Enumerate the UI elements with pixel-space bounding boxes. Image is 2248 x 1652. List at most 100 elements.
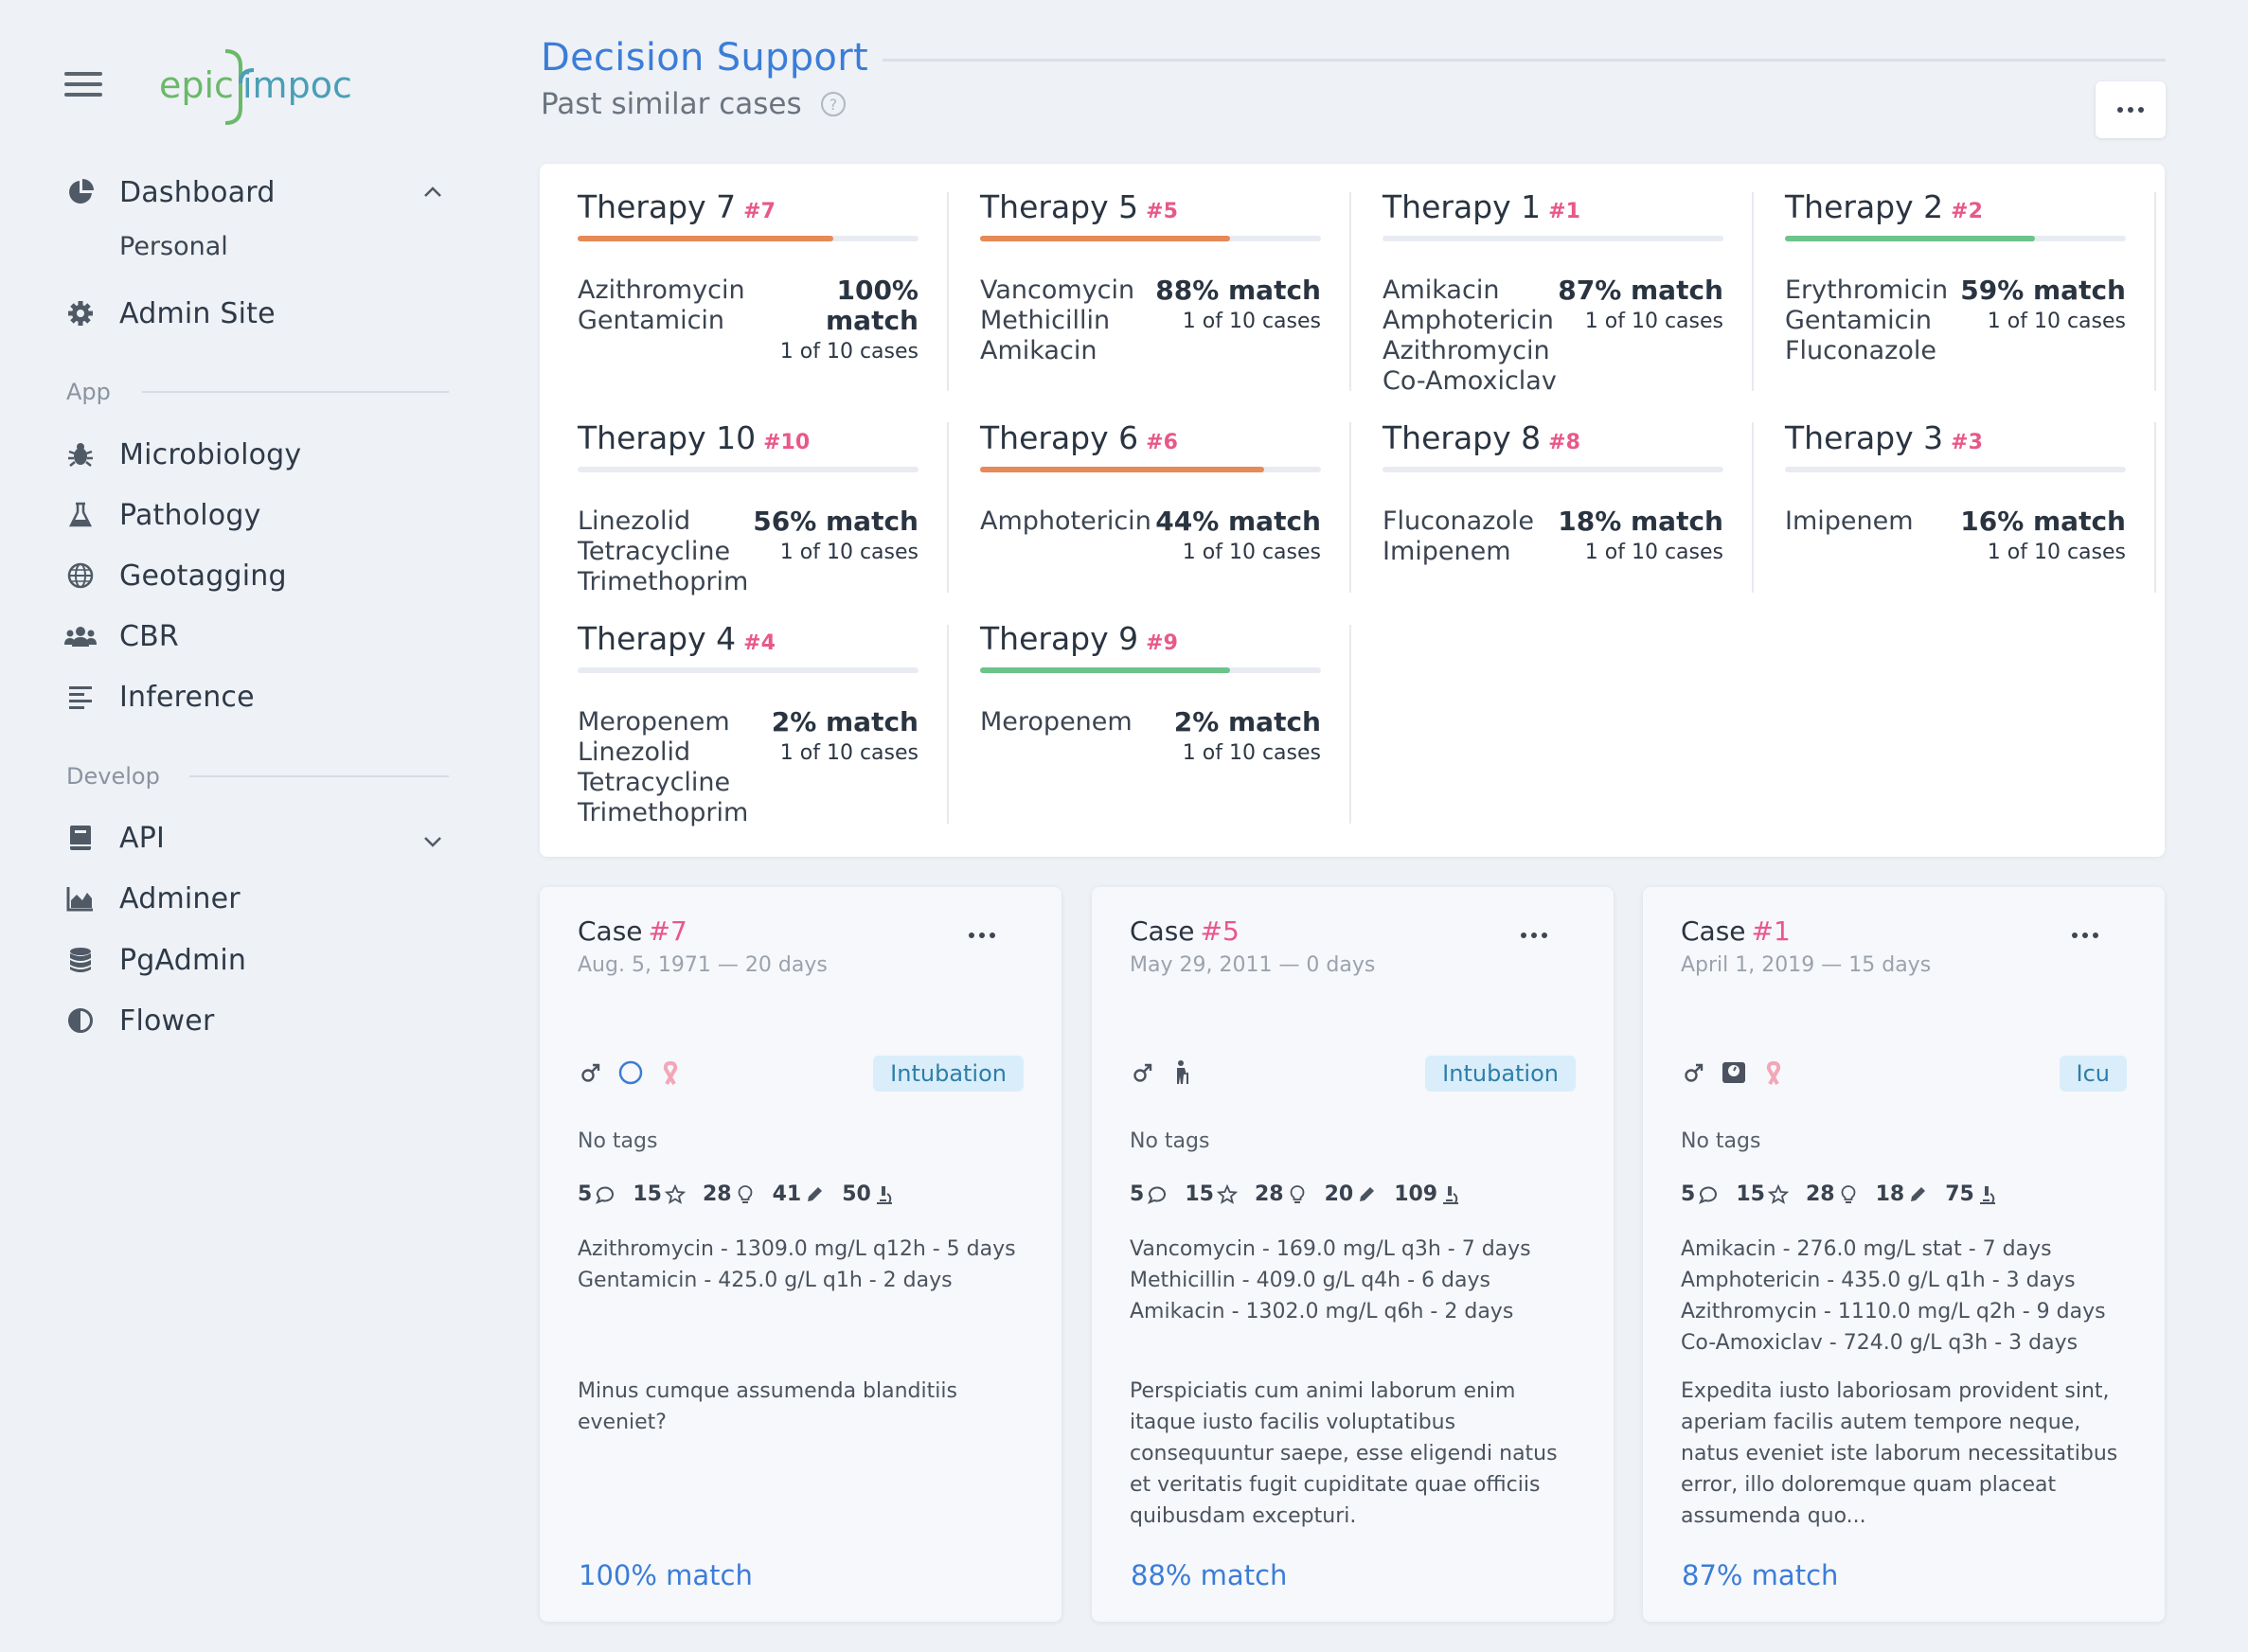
case-stats: 5 15 28 18 75 — [1681, 1182, 1998, 1206]
case-date: Aug. 5, 1971 — 20 days — [578, 953, 828, 977]
page-subtitle: Past similar cases ? — [541, 87, 847, 121]
nav-microbiology[interactable]: Microbiology — [64, 431, 301, 478]
case-match-link[interactable]: 88% match — [1131, 1559, 1287, 1591]
therapy-id: #7 — [743, 200, 776, 223]
therapy-name: Therapy 5 — [980, 188, 1139, 225]
therapy-drug-list: Vancomycin Methicillin Amikacin — [980, 275, 1134, 366]
therapy-name: Therapy 4 — [578, 620, 737, 657]
therapy-card[interactable]: Therapy 3 #3 Imipenem 16% match 1 of 10 … — [1785, 419, 2164, 564]
therapy-card[interactable]: Therapy 4 #4 Meropenem Linezolid Tetracycl… — [578, 620, 956, 828]
case-title-text: Case — [1681, 915, 1746, 947]
chevron-down-icon[interactable] — [420, 829, 445, 854]
therapy-card[interactable]: Therapy 9 #9 Meropenem 2% match 1 of 10 … — [980, 620, 1359, 765]
therapy-cases: 1 of 10 cases — [1987, 541, 2126, 564]
comment-icon — [1698, 1184, 1719, 1205]
therapy-drug-list: Imipenem — [1785, 506, 1914, 564]
sidebar: epic impoc Dashboard Personal Admin Site… — [0, 0, 473, 1652]
therapy-progress-bar — [980, 236, 1321, 241]
chevron-up-icon[interactable] — [420, 180, 445, 204]
nav-geotagging[interactable]: Geotagging — [64, 552, 287, 599]
half-circle-icon — [64, 1004, 97, 1037]
case-prescription: Azithromycin - 1110.0 mg/L q2h - 9 days — [1681, 1300, 2106, 1323]
case-card[interactable]: Case #1 April 1, 2019 — 15 days Icu No ta… — [1643, 887, 2165, 1622]
nav-flower[interactable]: Flower — [64, 997, 214, 1044]
case-title-text: Case — [578, 915, 643, 947]
therapy-card[interactable]: Therapy 8 #8 Fluconazole Imipenem 18% mat… — [1383, 419, 1761, 567]
case-id[interactable]: #7 — [649, 915, 687, 947]
therapy-drug: Meropenem — [578, 707, 730, 737]
therapy-id: #8 — [1548, 431, 1580, 454]
therapy-card[interactable]: Therapy 2 #2 Erythromicin Gentamicin Fluco… — [1785, 188, 2164, 366]
therapy-match: 16% match — [1960, 506, 2126, 537]
logo[interactable]: epic impoc — [159, 45, 358, 131]
case-id[interactable]: #1 — [1752, 915, 1791, 947]
therapy-cases: 1 of 10 cases — [779, 340, 919, 364]
therapy-drug: Gentamicin — [1785, 306, 1933, 335]
microscope-icon — [874, 1184, 895, 1205]
therapy-drug: Imipenem — [1383, 537, 1511, 566]
help-icon[interactable]: ? — [819, 90, 847, 118]
therapy-match-info: 59% match 1 of 10 cases — [1960, 275, 2126, 366]
therapy-match: 87% match — [1558, 275, 1723, 306]
therapy-body: Imipenem 16% match 1 of 10 cases — [1785, 506, 2126, 565]
therapy-drug: Fluconazole — [1785, 336, 1936, 365]
case-stats: 5 15 28 20 109 — [1130, 1182, 1461, 1206]
therapy-card[interactable]: Therapy 6 #6 Amphotericin 44% match 1 of… — [980, 419, 1359, 564]
therapy-body: Meropenem 2% match 1 of 10 cases — [980, 707, 1321, 766]
therapy-progress-bar — [578, 236, 919, 241]
case-badge: Intubation — [873, 1056, 1024, 1092]
nav-cbr-label: CBR — [119, 619, 179, 653]
nav-geotagging-label: Geotagging — [119, 559, 287, 593]
therapy-drug: Linezolid — [578, 737, 691, 767]
nav-dashboard-personal[interactable]: Personal — [119, 232, 228, 261]
ribbon-icon — [657, 1059, 684, 1086]
therapy-drug: Amikacin — [980, 336, 1097, 365]
therapy-match: 88% match — [1155, 275, 1321, 306]
progress-track — [1383, 467, 1723, 472]
therapy-drug: Gentamicin — [578, 306, 725, 335]
case-stat: 50 — [842, 1182, 895, 1206]
therapy-match: 18% match — [1558, 506, 1723, 537]
case-card[interactable]: Case #7 Aug. 5, 1971 — 20 days Intubation… — [540, 887, 1062, 1622]
case-more-button[interactable] — [1521, 933, 1547, 938]
therapy-card[interactable]: Therapy 1 #1 Amikacin Amphotericin Azithro… — [1383, 188, 1761, 397]
progress-track — [1785, 467, 2126, 472]
therapy-id: #10 — [763, 431, 811, 454]
case-id[interactable]: #5 — [1201, 915, 1240, 947]
therapy-name: Therapy 1 — [1383, 188, 1542, 225]
nav-pgadmin[interactable]: PgAdmin — [64, 936, 246, 984]
nav-admin-site[interactable]: Admin Site — [64, 290, 276, 337]
therapy-drug-list: Meropenem Linezolid Tetracycline Trimethopr… — [578, 707, 748, 828]
menu-icon[interactable] — [64, 72, 106, 104]
case-match-link[interactable]: 100% match — [579, 1559, 753, 1591]
page-more-button[interactable] — [2096, 81, 2166, 138]
case-prescription: Methicillin - 409.0 g/L q4h - 6 days — [1130, 1269, 1490, 1292]
section-develop-label: Develop — [66, 763, 160, 790]
therapy-match: 56% match — [753, 506, 919, 537]
case-match-link[interactable]: 87% match — [1682, 1559, 1838, 1591]
therapy-match-info: 2% match 1 of 10 cases — [772, 707, 919, 828]
male-icon — [578, 1059, 604, 1086]
therapy-card[interactable]: Therapy 10 #10 Linezolid Tetracycline Trim… — [578, 419, 956, 597]
therapy-card[interactable]: Therapy 5 #5 Vancomycin Methicillin Amikac… — [980, 188, 1359, 366]
page-subtitle-text: Past similar cases — [541, 87, 802, 121]
more-horizontal-icon — [2072, 933, 2098, 938]
case-stat: 28 — [703, 1182, 756, 1206]
therapy-name: Therapy 7 — [578, 188, 737, 225]
case-more-button[interactable] — [969, 933, 995, 938]
nav-api[interactable]: API — [64, 814, 165, 862]
progress-track — [578, 667, 919, 673]
case-more-button[interactable] — [2072, 933, 2098, 938]
nav-dashboard[interactable]: Dashboard — [64, 169, 276, 216]
nav-adminer[interactable]: Adminer — [64, 875, 241, 922]
nav-inference[interactable]: Inference — [64, 673, 255, 720]
nav-pathology[interactable]: Pathology — [64, 491, 261, 539]
case-stats: 5 15 28 41 50 — [578, 1182, 895, 1206]
nav-cbr[interactable]: CBR — [64, 613, 179, 660]
progress-fill — [980, 236, 1230, 241]
therapy-match-info: 44% match 1 of 10 cases — [1155, 506, 1321, 565]
therapy-card[interactable]: Therapy 7 #7 Azithromycin Gentamicin 100%… — [578, 188, 956, 364]
svg-text:epic: epic — [159, 64, 234, 106]
case-card[interactable]: Case #5 May 29, 2011 — 0 days Intubation … — [1092, 887, 1614, 1622]
therapy-match-info: 100% match 1 of 10 cases — [745, 275, 919, 364]
